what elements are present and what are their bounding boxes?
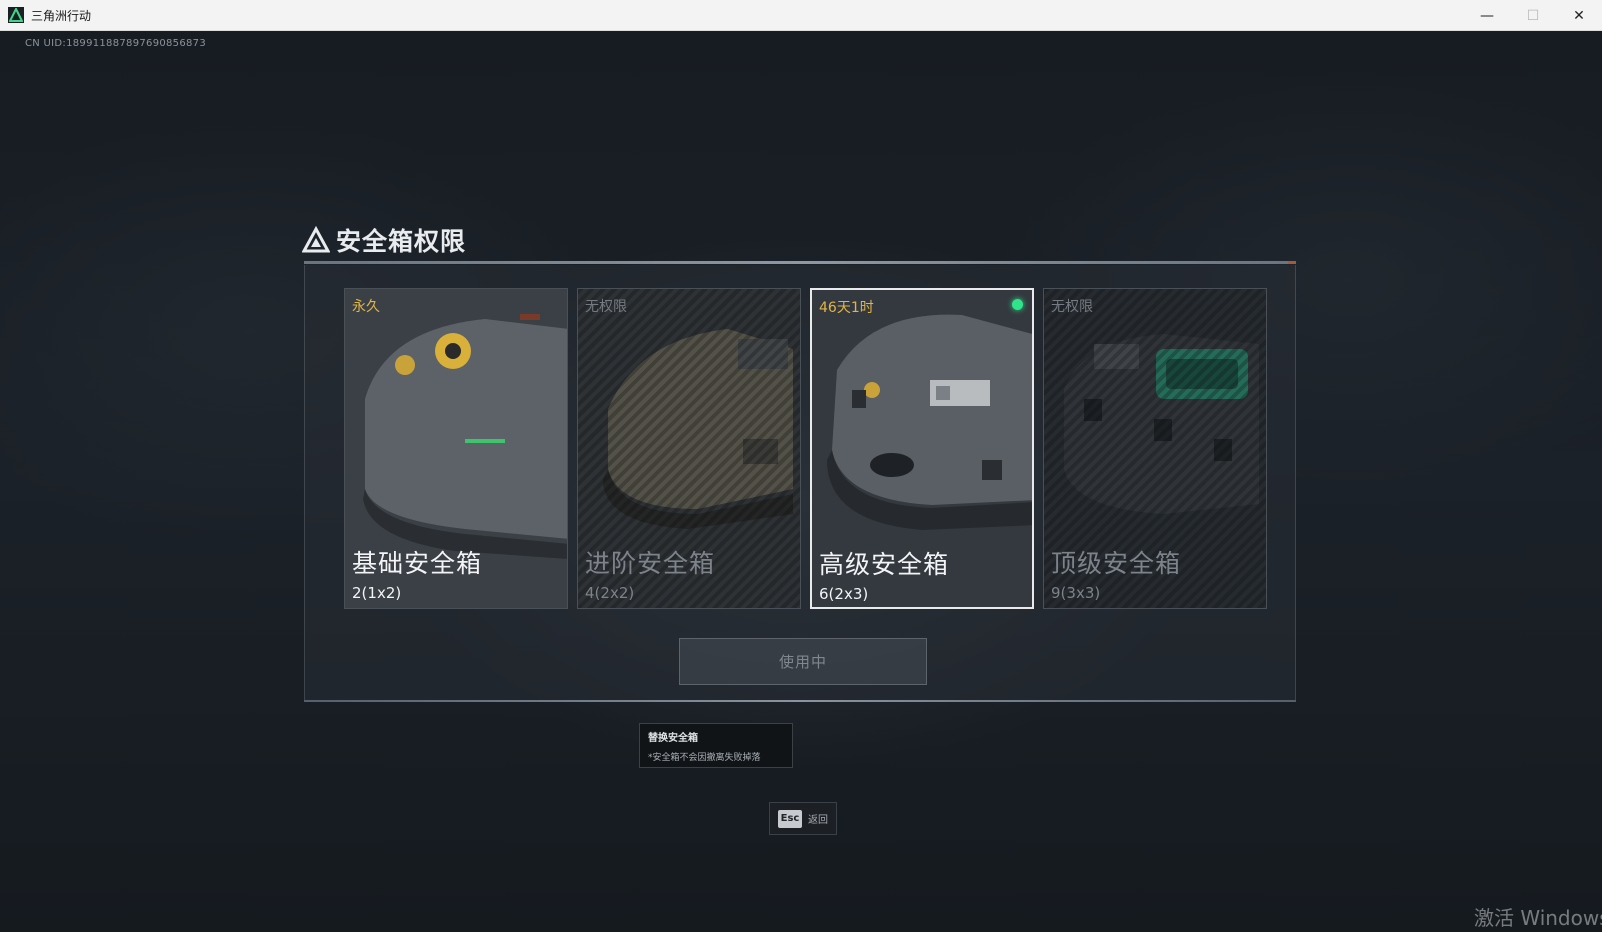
card-size: 6(2x3) (819, 585, 869, 603)
safebox-card-advanced[interactable]: 无权限 进阶安全箱 4(2x2) (577, 288, 801, 609)
delta-triangle-icon (302, 226, 330, 253)
card-badge: 永久 (352, 299, 380, 315)
card-badge: 无权限 (585, 299, 627, 315)
card-name: 基础安全箱 (352, 549, 483, 578)
in-use-button[interactable]: 使用中 (679, 638, 927, 685)
panel-bottom-divider (304, 700, 1296, 702)
window-title: 三角洲行动 (31, 8, 92, 23)
safebox-card-premium[interactable]: 46天1时 高级安全箱 6(2x3) (810, 288, 1034, 609)
close-button[interactable]: ✕ (1556, 0, 1602, 31)
card-name: 进阶安全箱 (585, 549, 716, 578)
card-badge: 46天1时 (819, 300, 874, 316)
safebox-card-basic[interactable]: 永久 基础安全箱 2(1x2) (344, 288, 568, 609)
panel-title: 安全箱权限 (336, 227, 467, 256)
esc-key-icon: Esc (778, 809, 802, 828)
back-button[interactable]: Esc 返回 (769, 802, 837, 835)
card-size: 4(2x2) (585, 584, 635, 602)
active-indicator-icon (1012, 299, 1023, 310)
panel-header: 安全箱权限 (302, 222, 466, 258)
card-size: 9(3x3) (1051, 584, 1101, 602)
card-name: 顶级安全箱 (1051, 549, 1182, 578)
player-uid: CN UID:189911887897690856873 (25, 38, 206, 49)
tooltip-title: 替换安全箱 (648, 733, 698, 744)
maximize-button[interactable]: ☐ (1510, 0, 1556, 31)
back-label: 返回 (808, 815, 828, 826)
window-controls: — ☐ ✕ (1464, 0, 1602, 31)
minimize-button[interactable]: — (1464, 0, 1510, 31)
card-name: 高级安全箱 (819, 550, 950, 579)
windows-activation-watermark: 激活 Windows (1474, 906, 1602, 930)
app-logo-icon (8, 7, 24, 23)
window-titlebar: 三角洲行动 — ☐ ✕ (0, 0, 1602, 31)
card-badge: 无权限 (1051, 299, 1093, 315)
replace-safebox-tooltip: 替换安全箱 *安全箱不会因撤离失败掉落 (639, 723, 793, 768)
header-divider (304, 261, 1296, 264)
tooltip-note: *安全箱不会因撤离失败掉落 (648, 753, 761, 763)
card-size: 2(1x2) (352, 584, 402, 602)
safebox-card-top[interactable]: 无权限 顶级安全箱 9(3x3) (1043, 288, 1267, 609)
